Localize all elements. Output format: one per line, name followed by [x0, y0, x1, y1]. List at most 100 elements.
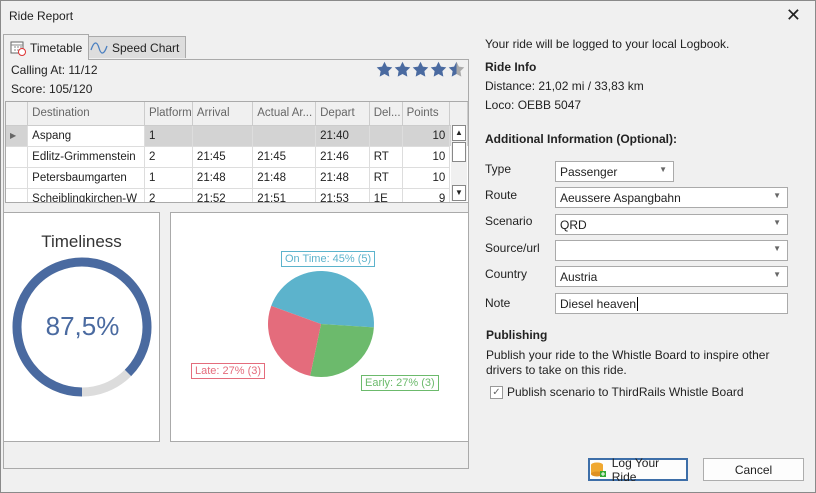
col-points[interactable]: Points: [402, 102, 451, 126]
timeliness-panel: Timeliness 87,5%: [3, 212, 160, 442]
table-cell: 21:48: [192, 167, 254, 189]
col-destination[interactable]: Destination: [27, 102, 145, 126]
note-input[interactable]: Diesel heaven: [555, 293, 788, 314]
col-delay[interactable]: Del...: [369, 102, 403, 126]
table-cell: 10: [402, 146, 451, 168]
scenario-value: QRD: [560, 218, 587, 232]
table-cell: 21:51: [252, 188, 317, 202]
scenario-label: Scenario: [485, 214, 533, 228]
col-platform[interactable]: Platform: [144, 102, 193, 126]
row-indicator: ▶: [6, 125, 29, 147]
table-cell: 2: [144, 146, 193, 168]
table-cell: 21:48: [252, 167, 317, 189]
calendar-clock-icon: [10, 41, 26, 56]
scroll-down-icon[interactable]: ▼: [452, 185, 466, 201]
additional-heading: Additional Information (Optional):: [485, 132, 677, 146]
pie-slice-early: [310, 324, 374, 377]
logged-text: Your ride will be logged to your local L…: [485, 37, 730, 51]
table-cell: Edlitz-Grimmenstein: [27, 146, 145, 168]
route-label: Route: [485, 188, 518, 202]
database-add-icon: [591, 462, 606, 477]
table-cell: 10: [402, 167, 451, 189]
scenario-select[interactable]: QRD ▼: [555, 214, 788, 235]
table-cell: Aspang: [27, 125, 145, 147]
route-select[interactable]: Aeussere Aspangbahn ▼: [555, 187, 788, 208]
star-icon: [448, 61, 465, 77]
log-your-ride-button[interactable]: Log Your Ride: [588, 455, 688, 484]
table-cell: [252, 125, 317, 147]
type-select[interactable]: Passenger ▼: [555, 161, 674, 182]
timetable-grid: Destination Platform Arrival Actual Ar... De…: [5, 101, 469, 203]
star-icon: [376, 61, 393, 77]
pie-panel: On Time: 45% (5) Early: 27% (3) Late: 27…: [170, 212, 469, 442]
row-indicator: [6, 167, 29, 189]
grid-scrollbar[interactable]: ▲ ▼: [451, 125, 467, 201]
table-cell: 1: [144, 167, 193, 189]
tab-label: Speed Chart: [112, 40, 180, 55]
pie-label-late: Late: 27% (3): [191, 363, 266, 379]
row-indicator: [6, 146, 29, 168]
col-actual-arrival[interactable]: Actual Ar...: [252, 102, 317, 126]
table-cell: 2: [144, 188, 193, 202]
table-cell: [192, 125, 254, 147]
table-cell: 21:53: [315, 188, 370, 202]
pie-label-on-time: On Time: 45% (5): [281, 251, 376, 267]
note-value: Diesel heaven: [560, 297, 637, 311]
country-value: Austria: [560, 270, 598, 284]
timeliness-title: Timeliness: [41, 232, 122, 251]
star-icon: [430, 61, 447, 77]
table-row[interactable]: Scheiblingkirchen-W 2 21:52 21:51 21:53 1E 9: [6, 188, 468, 202]
table-cell: 21:52: [192, 188, 254, 202]
publish-description: Publish your ride to the Whistle Board t…: [486, 348, 770, 377]
log-button-label: Log Your Ride: [611, 455, 660, 484]
table-cell: 9: [402, 188, 451, 202]
table-cell: 21:45: [252, 146, 317, 168]
tab-speed-chart[interactable]: Speed Chart: [83, 36, 187, 58]
chevron-down-icon: ▼: [773, 270, 781, 279]
publish-checkbox-row[interactable]: ✓ Publish scenario to ThirdRails Whistle…: [490, 385, 744, 399]
chevron-down-icon: ▼: [659, 165, 667, 174]
col-arrival[interactable]: Arrival: [192, 102, 254, 126]
table-cell: 10: [402, 125, 451, 147]
table-cell: 1: [144, 125, 193, 147]
close-icon[interactable]: ✕: [786, 5, 801, 26]
pie-chart: [268, 270, 374, 377]
star-icon: [412, 61, 429, 77]
tab-timetable[interactable]: Timetable: [3, 34, 90, 60]
chevron-down-icon: ▼: [773, 218, 781, 227]
table-cell: 21:40: [315, 125, 370, 147]
scroll-up-icon[interactable]: ▲: [452, 125, 466, 141]
tab-label: Timetable: [30, 40, 83, 55]
timeliness-value: 87,5%: [45, 311, 120, 341]
scroll-thumb[interactable]: [452, 142, 466, 162]
cancel-button[interactable]: Cancel: [703, 458, 804, 481]
table-cell: Petersbaumgarten: [27, 167, 145, 189]
ride-info-heading: Ride Info: [485, 60, 537, 74]
table-cell: RT: [369, 167, 403, 189]
star-rating: [376, 61, 465, 78]
country-select[interactable]: Austria ▼: [555, 266, 788, 287]
window-title: Ride Report: [9, 9, 74, 23]
source-label: Source/url: [485, 241, 540, 255]
type-label: Type: [485, 162, 512, 176]
source-url-select[interactable]: ▼: [555, 240, 788, 261]
route-value: Aeussere Aspangbahn: [560, 191, 681, 205]
table-row[interactable]: ▶ Aspang 1 21:40 10: [6, 125, 468, 147]
wave-icon: [90, 41, 108, 54]
row-indicator: [6, 188, 29, 202]
country-label: Country: [485, 267, 528, 281]
table-cell: 1E: [369, 188, 403, 202]
table-row[interactable]: Edlitz-Grimmenstein 2 21:45 21:45 21:46 RT 10: [6, 146, 468, 168]
table-cell: Scheiblingkirchen-W: [27, 188, 145, 202]
checkbox-checked-icon[interactable]: ✓: [490, 385, 503, 399]
type-value: Passenger: [560, 165, 618, 179]
table-cell: [369, 125, 403, 147]
score: Score: 105/120: [11, 82, 93, 96]
col-depart[interactable]: Depart: [315, 102, 370, 126]
publishing-heading: Publishing: [486, 328, 548, 342]
table-row[interactable]: Petersbaumgarten 1 21:48 21:48 21:48 RT 10: [6, 167, 468, 189]
table-cell: 21:48: [315, 167, 370, 189]
table-cell: 21:46: [315, 146, 370, 168]
loco: Loco: OEBB 5047: [485, 98, 582, 112]
pie-label-early: Early: 27% (3): [361, 375, 439, 391]
